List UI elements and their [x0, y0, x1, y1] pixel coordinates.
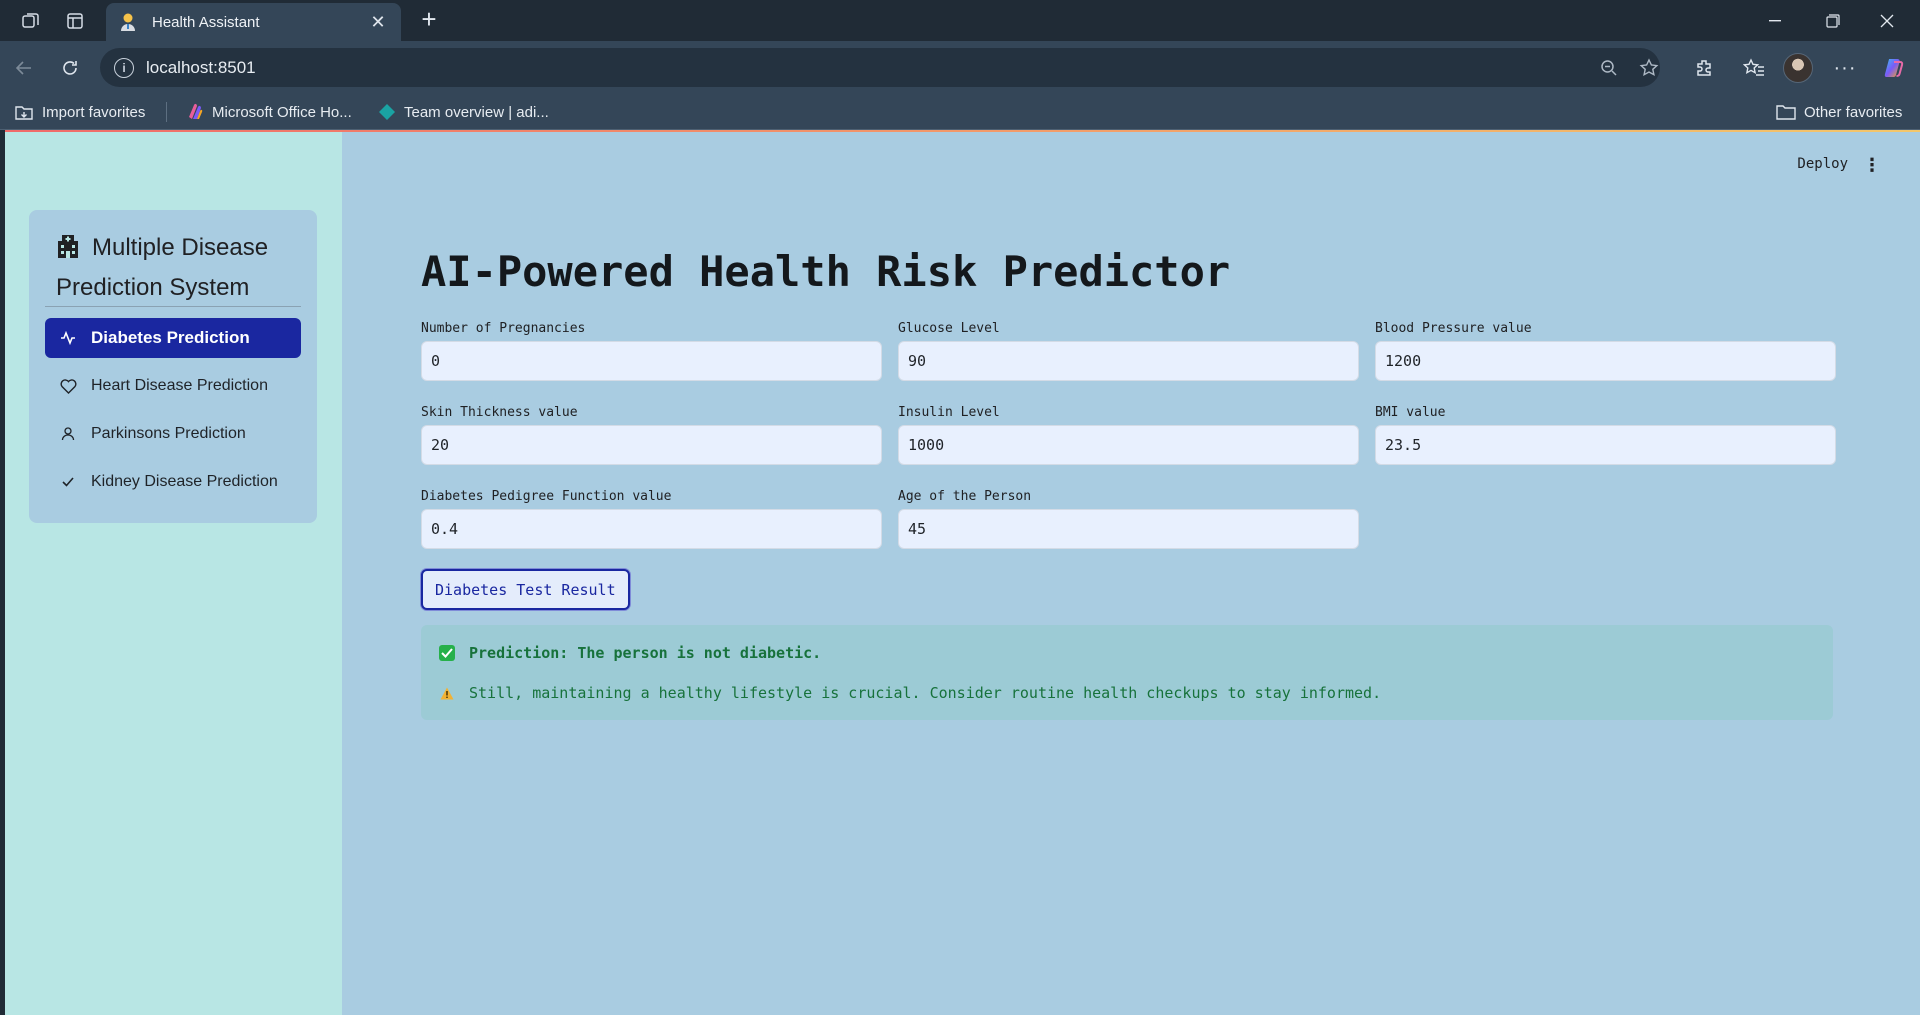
sidebar-item-kidney-disease-prediction[interactable]: Kidney Disease Prediction [45, 462, 301, 502]
field-label: Insulin Level [898, 405, 1000, 420]
sidebar-item-label: Diabetes Prediction [91, 328, 250, 347]
field-skin-thickness: Skin Thickness value [421, 405, 882, 465]
sidebar-item-label: Heart Disease Prediction [91, 377, 268, 394]
sidebar-menu: Diabetes Prediction Heart Disease Predic… [45, 318, 301, 510]
browser-toolbar: i localhost:8501 ··· [0, 41, 1920, 94]
address-bar[interactable]: i localhost:8501 [100, 48, 1660, 87]
person-icon [59, 425, 77, 443]
extensions-icon[interactable] [1688, 52, 1720, 84]
field-label: Glucose Level [898, 321, 1000, 336]
field-label: Blood Pressure value [1375, 321, 1532, 336]
sidebar-item-parkinsons-prediction[interactable]: Parkinsons Prediction [45, 414, 301, 454]
office-icon [186, 103, 204, 121]
favorites-icon[interactable] [1738, 52, 1770, 84]
bookmarks-bar: Import favorites Microsoft Office Ho... … [0, 94, 1920, 130]
sidebar-item-label: Parkinsons Prediction [91, 425, 246, 442]
skin-thickness-input[interactable] [421, 425, 882, 465]
refresh-icon[interactable] [54, 52, 86, 84]
team-icon [378, 103, 396, 121]
activity-icon [59, 329, 77, 347]
bookmark-import-favorites[interactable]: Import favorites [14, 100, 145, 124]
sidebar-item-label: Kidney Disease Prediction [91, 473, 278, 490]
sidebar-title-text: Multiple Disease Prediction System [56, 234, 269, 301]
profile-avatar[interactable] [1782, 52, 1814, 84]
field-bmi: BMI value [1375, 405, 1836, 465]
sidebar-item-heart-disease-prediction[interactable]: Heart Disease Prediction [45, 366, 301, 406]
vertical-tabs-icon[interactable] [62, 8, 88, 34]
sidebar-divider [45, 306, 301, 307]
minimize-icon[interactable] [1755, 6, 1795, 36]
back-arrow-icon[interactable] [8, 52, 40, 84]
sidebar: Multiple Disease Prediction System Diabe… [5, 132, 342, 1015]
field-blood-pressure: Blood Pressure value [1375, 321, 1836, 381]
sidebar-item-diabetes-prediction[interactable]: Diabetes Prediction [45, 318, 301, 358]
check-box-icon [439, 645, 455, 661]
site-info-icon[interactable]: i [114, 57, 134, 78]
close-tab-icon[interactable]: ✕ [367, 12, 389, 33]
prediction-line: Prediction: The person is not diabetic. [439, 644, 821, 662]
insulin-input[interactable] [898, 425, 1359, 465]
advice-text: Still, maintaining a healthy lifestyle i… [469, 684, 1382, 702]
bookmark-team-overview[interactable]: Team overview | adi... [378, 100, 549, 124]
zoom-out-icon[interactable] [1596, 55, 1622, 81]
streamlit-app: Multiple Disease Prediction System Diabe… [5, 130, 1920, 1015]
browser-tab-active[interactable]: Health Assistant ✕ [106, 3, 401, 41]
bookmark-microsoft-office[interactable]: Microsoft Office Ho... [186, 100, 352, 124]
field-label: Skin Thickness value [421, 405, 578, 420]
sidebar-menu-card: Multiple Disease Prediction System Diabe… [29, 210, 317, 523]
field-label: Number of Pregnancies [421, 321, 586, 336]
new-tab-icon[interactable]: + [415, 6, 443, 34]
field-label: Diabetes Pedigree Function value [421, 489, 672, 504]
field-age: Age of the Person [898, 489, 1359, 549]
field-pedigree: Diabetes Pedigree Function value [421, 489, 882, 549]
result-box: Prediction: The person is not diabetic. … [421, 625, 1833, 720]
field-insulin: Insulin Level [898, 405, 1359, 465]
glucose-input[interactable] [898, 341, 1359, 381]
blood-pressure-input[interactable] [1375, 341, 1836, 381]
sidebar-title-row: Multiple Disease Prediction System [56, 230, 296, 306]
bookmark-label: Microsoft Office Ho... [212, 103, 352, 121]
bookmark-label: Team overview | adi... [404, 103, 549, 121]
bookmark-separator [166, 102, 167, 122]
age-input[interactable] [898, 509, 1359, 549]
restore-icon[interactable] [1813, 6, 1853, 36]
page-title: AI-Powered Health Risk Predictor [421, 247, 1231, 296]
diabetes-test-result-button[interactable]: Diabetes Test Result [421, 569, 630, 610]
field-label: Age of the Person [898, 489, 1032, 504]
field-glucose: Glucose Level [898, 321, 1359, 381]
bmi-input[interactable] [1375, 425, 1836, 465]
pregnancies-input[interactable] [421, 341, 882, 381]
import-favorites-icon [14, 103, 34, 121]
tab-title: Health Assistant [152, 13, 260, 31]
prediction-text: Prediction: The person is not diabetic. [469, 644, 822, 662]
advice-line: Still, maintaining a healthy lifestyle i… [439, 684, 1381, 702]
sidebar-title: Multiple Disease Prediction System [56, 230, 296, 306]
favorite-star-icon[interactable] [1636, 55, 1662, 81]
workspaces-icon[interactable] [18, 8, 44, 34]
folder-icon [1776, 104, 1796, 120]
warning-icon [439, 685, 455, 701]
pedigree-input[interactable] [421, 509, 882, 549]
check-icon [59, 473, 77, 491]
field-pregnancies: Number of Pregnancies [421, 321, 882, 381]
copilot-icon[interactable] [1878, 52, 1910, 84]
browser-titlebar: Health Assistant ✕ + [0, 0, 1920, 41]
deploy-button[interactable]: Deploy [1797, 156, 1848, 172]
bookmark-other-favorites[interactable]: Other favorites [1776, 100, 1902, 124]
heart-icon [59, 377, 77, 395]
close-window-icon[interactable] [1867, 6, 1907, 36]
field-label: BMI value [1375, 405, 1446, 420]
bookmark-label: Other favorites [1804, 103, 1903, 121]
bookmark-label: Import favorites [42, 103, 146, 121]
address-url[interactable]: localhost:8501 [146, 58, 256, 78]
hospital-icon [56, 233, 80, 270]
doctor-favicon-icon [118, 12, 138, 32]
main-menu-icon[interactable]: ⋮ [1862, 154, 1882, 176]
more-options-icon[interactable]: ··· [1829, 52, 1861, 84]
